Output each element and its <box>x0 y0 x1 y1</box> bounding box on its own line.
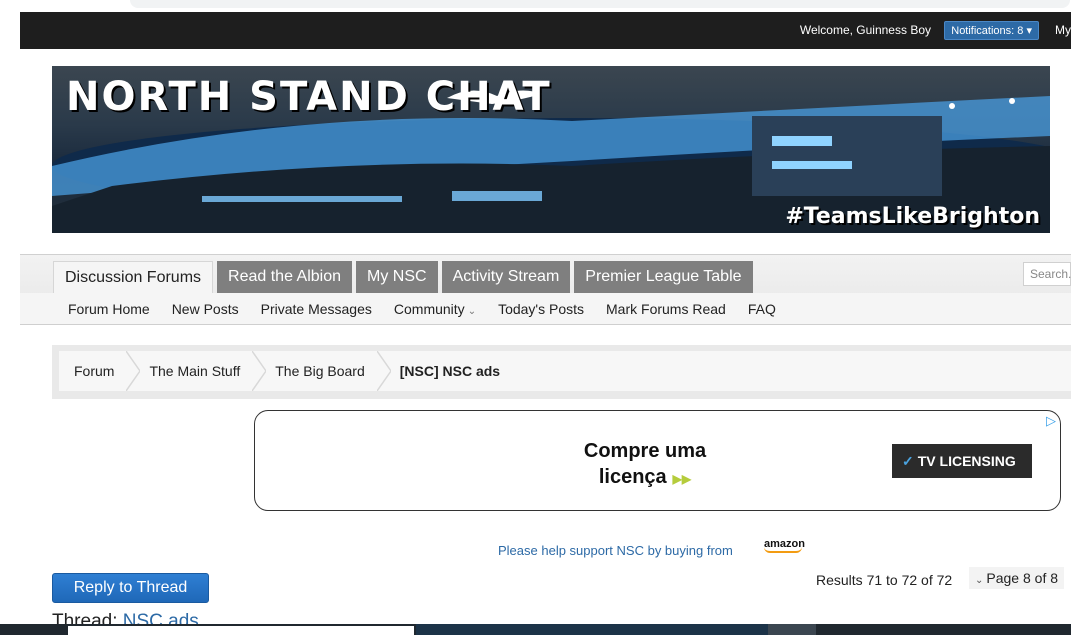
breadcrumb: Forum The Main Stuff The Big Board [NSC]… <box>59 351 1071 391</box>
top-bar: Welcome, Guinness Boy Notifications: 8 ▾… <box>20 12 1071 49</box>
welcome-text: Welcome, Guinness Boy <box>799 23 931 37</box>
taskbar-search-box[interactable] <box>68 626 414 635</box>
breadcrumb-main-stuff-label: The Main Stuff <box>149 363 241 379</box>
banner-hashtag: #TeamsLikeBrighton <box>785 204 1040 229</box>
subnav-forum-home[interactable]: Forum Home <box>68 301 150 317</box>
tab-activity-stream[interactable]: Activity Stream <box>441 261 571 293</box>
advert-line-2: licença <box>598 466 667 488</box>
breadcrumb-main-stuff[interactable]: The Main Stuff <box>134 351 267 391</box>
amazon-logo[interactable]: amazon <box>764 538 805 553</box>
page-selector[interactable]: ⌄ Page 8 of 8 <box>969 567 1065 589</box>
check-icon: ✓ <box>902 453 914 469</box>
chevron-down-icon: ▾ <box>1026 25 1032 37</box>
subnav-todays-posts[interactable]: Today's Posts <box>498 301 584 317</box>
tab-read-the-albion[interactable]: Read the Albion <box>217 261 353 293</box>
sub-navigation: Forum Home New Posts Private Messages Co… <box>20 293 1071 325</box>
site-banner[interactable]: NORTH STAND CHAT #TeamsLikeBrighton <box>52 66 1050 233</box>
subnav-private-messages[interactable]: Private Messages <box>261 301 372 317</box>
reply-to-thread-button[interactable]: Reply to Thread <box>52 573 209 603</box>
banner-title: NORTH STAND CHAT <box>66 74 552 120</box>
address-bar[interactable] <box>130 0 1070 8</box>
advert-copy: Compre uma licença ▶▶ <box>555 438 735 492</box>
subnav-community[interactable]: Community ⌄ <box>394 301 476 317</box>
breadcrumb-forum[interactable]: Forum <box>59 351 141 391</box>
breadcrumb-big-board[interactable]: The Big Board <box>260 351 391 391</box>
tab-discussion-forums[interactable]: Discussion Forums <box>53 261 214 293</box>
advert-banner[interactable]: Compre uma licença ▶▶ ✓ TV LICENSING ▷ <box>254 410 1061 511</box>
chevron-down-icon: ⌄ <box>467 305 477 317</box>
breadcrumb-big-board-label: The Big Board <box>275 363 365 379</box>
advert-brand-label: TV LICENSING <box>917 453 1016 469</box>
subnav-new-posts[interactable]: New Posts <box>172 301 239 317</box>
results-count: Results 71 to 72 of 72 <box>816 572 953 588</box>
browser-strip <box>0 0 1071 12</box>
amazon-smile-icon <box>764 547 802 553</box>
breadcrumb-current: [NSC] NSC ads <box>399 363 501 379</box>
tab-my-nsc[interactable]: My NSC <box>356 261 438 293</box>
advert-brand[interactable]: ✓ TV LICENSING <box>892 444 1032 478</box>
support-text[interactable]: Please help support NSC by buying from <box>498 543 733 558</box>
advert-line-2-row: licença ▶▶ <box>555 464 735 492</box>
tab-premier-league-table[interactable]: Premier League Table <box>574 261 753 293</box>
advert-line-1: Compre uma <box>583 440 707 462</box>
search-input[interactable]: Search. <box>1023 262 1071 286</box>
taskbar-apps[interactable] <box>416 624 768 635</box>
ad-choices-icon[interactable]: ▷ <box>1046 413 1056 429</box>
main-navigation: Discussion Forums Read the Albion My NSC… <box>20 254 1071 325</box>
my-menu-link[interactable]: My <box>1055 23 1071 37</box>
taskbar <box>0 624 1071 635</box>
subnav-mark-forums-read[interactable]: Mark Forums Read <box>606 301 726 317</box>
page-selector-label: Page 8 of 8 <box>986 570 1059 586</box>
breadcrumb-forum-label: Forum <box>74 363 115 379</box>
breadcrumb-container: Forum The Main Stuff The Big Board [NSC]… <box>52 345 1071 399</box>
fast-forward-icon: ▶▶ <box>672 472 692 486</box>
chevron-down-icon: ⌄ <box>975 575 984 586</box>
nav-tabs: Discussion Forums Read the Albion My NSC… <box>53 261 753 293</box>
subnav-faq[interactable]: FAQ <box>748 301 776 317</box>
taskbar-item[interactable] <box>768 624 816 635</box>
notifications-button[interactable]: Notifications: 8 ▾ <box>944 21 1039 40</box>
subnav-community-label: Community <box>393 300 465 317</box>
notifications-label: Notifications: 8 <box>951 25 1024 37</box>
